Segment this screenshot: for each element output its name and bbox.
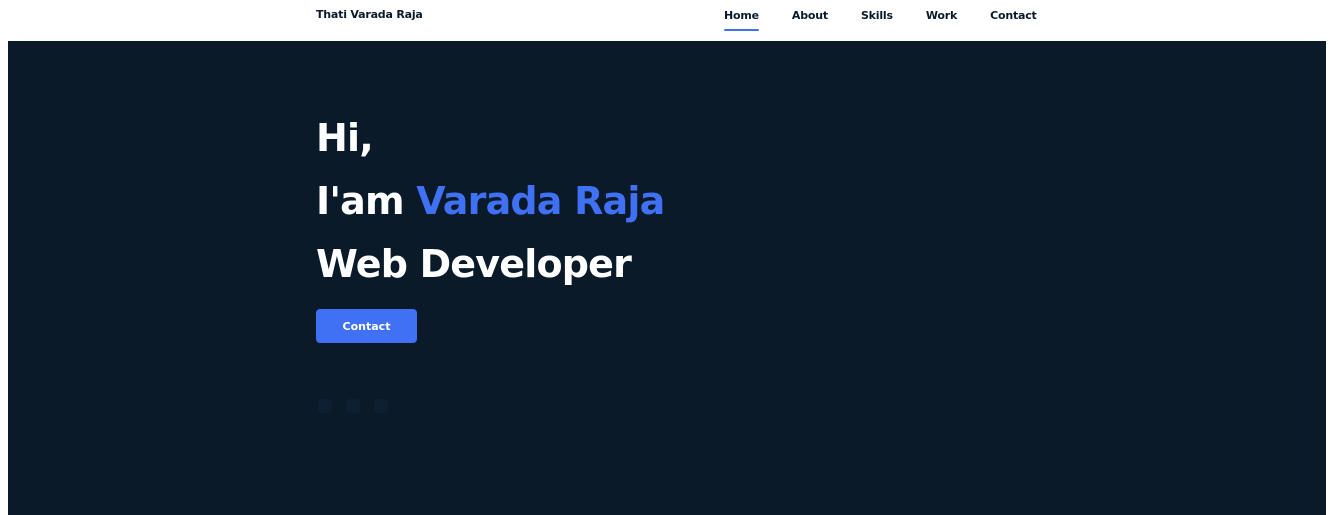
main-nav: Home About Skills Work Contact xyxy=(724,9,1037,33)
nav-contact[interactable]: Contact xyxy=(990,9,1037,33)
hero-section: Hi, I'am Varada Raja Web Developer Conta… xyxy=(8,41,1326,515)
nav-home[interactable]: Home xyxy=(724,9,759,33)
social-icon-2[interactable] xyxy=(346,399,360,413)
social-links xyxy=(318,399,388,413)
hero-intro-prefix: I'am xyxy=(316,179,405,223)
contact-button[interactable]: Contact xyxy=(316,309,417,343)
nav-work[interactable]: Work xyxy=(926,9,957,33)
brand-logo-text[interactable]: Thati Varada Raja xyxy=(316,8,423,21)
hero-name: Varada Raja xyxy=(416,179,665,223)
site-header: Thati Varada Raja Home About Skills Work… xyxy=(0,0,1334,41)
nav-about[interactable]: About xyxy=(792,9,828,33)
nav-skills[interactable]: Skills xyxy=(861,9,893,33)
hero-greeting: Hi, xyxy=(316,116,374,160)
hero-headline: Hi, I'am Varada Raja Web Developer xyxy=(316,107,665,296)
social-icon-1[interactable] xyxy=(318,399,332,413)
hero-role: Web Developer xyxy=(316,242,632,286)
social-icon-3[interactable] xyxy=(374,399,388,413)
